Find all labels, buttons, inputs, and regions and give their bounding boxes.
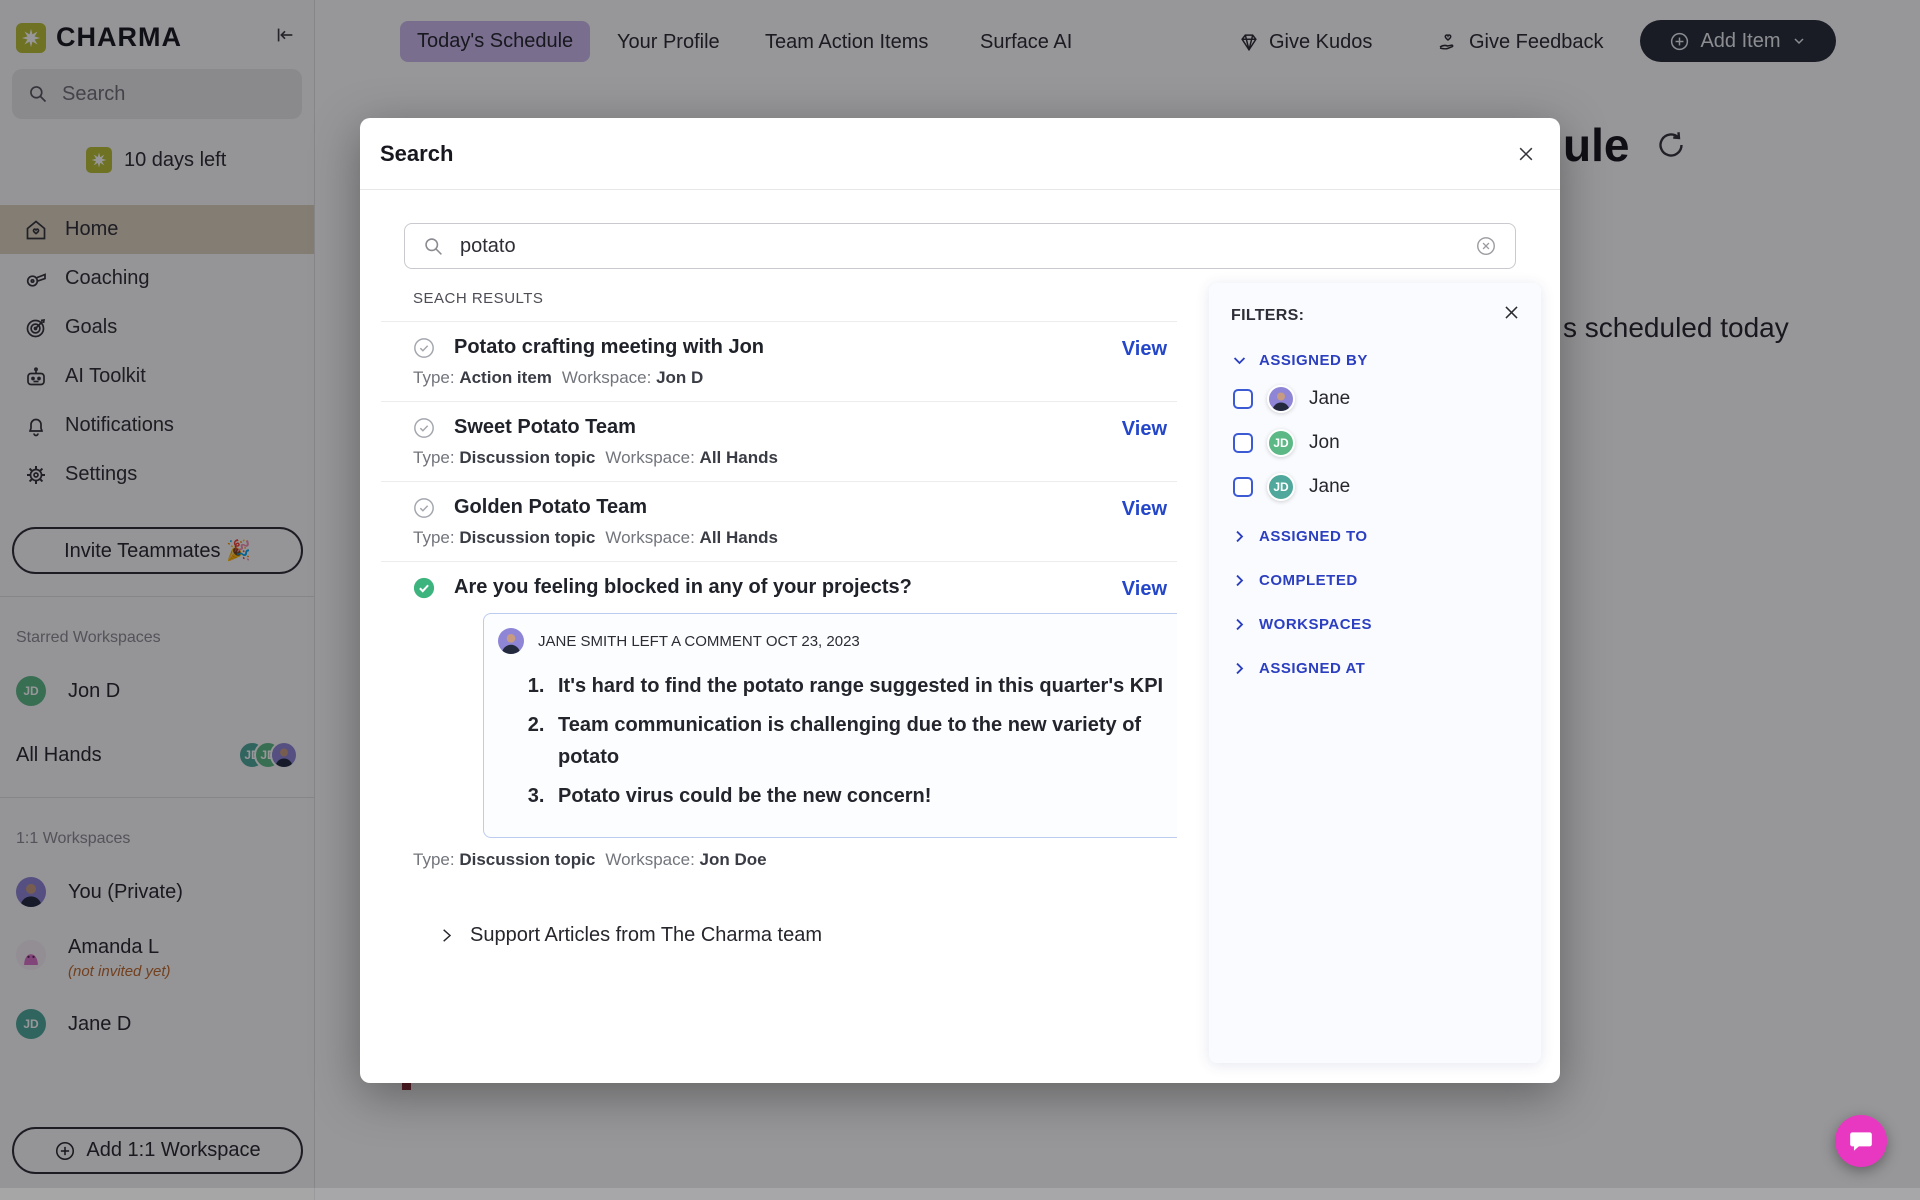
search-modal: Search potato SEACH RESULTS Potato craft… — [360, 118, 1560, 1083]
view-link[interactable]: View — [1122, 578, 1167, 601]
filter-section-assigned-by[interactable]: ASSIGNED BY — [1231, 352, 1519, 369]
view-link[interactable]: View — [1122, 338, 1167, 361]
check-circle-outline-icon — [413, 337, 435, 359]
comment-header: JANE SMITH LEFT A COMMENT OCT 23, 2023 — [538, 633, 860, 650]
chevron-down-icon — [1231, 352, 1248, 369]
filter-section-workspaces[interactable]: WORKSPACES — [1231, 616, 1519, 633]
view-link[interactable]: View — [1122, 418, 1167, 441]
check-circle-outline-icon — [413, 417, 435, 439]
search-result-row: Golden Potato Team View Type: Discussion… — [381, 482, 1177, 562]
chevron-right-icon — [438, 927, 455, 944]
filter-section-assigned-to[interactable]: ASSIGNED TO — [1231, 528, 1519, 545]
comment-list: It's hard to find the potato range sugge… — [550, 670, 1177, 812]
clear-search-icon[interactable] — [1475, 235, 1497, 257]
search-result-row: Sweet Potato Team View Type: Discussion … — [381, 402, 1177, 482]
modal-title: Search — [380, 141, 453, 167]
check-circle-filled-icon — [413, 577, 435, 599]
search-query: potato — [460, 235, 1459, 258]
view-link[interactable]: View — [1122, 498, 1167, 521]
avatar-photo — [1267, 385, 1295, 413]
close-icon[interactable] — [1516, 144, 1536, 164]
modal-search-input[interactable]: potato — [404, 223, 1516, 269]
checkbox[interactable] — [1233, 477, 1253, 497]
chat-bubble-icon — [1848, 1128, 1874, 1154]
avatar: JD — [1267, 473, 1295, 501]
search-result-row: Are you feeling blocked in any of your p… — [381, 562, 1177, 883]
search-icon — [423, 236, 444, 257]
results-label: SEACH RESULTS — [413, 290, 1177, 321]
chevron-right-icon — [1231, 528, 1248, 545]
filters-panel: FILTERS: ASSIGNED BY Jane JD Jon JD — [1209, 283, 1541, 1063]
filter-option-jane-2: JD Jane — [1231, 473, 1519, 501]
chat-launcher-button[interactable] — [1835, 1115, 1887, 1167]
filters-title: FILTERS: — [1231, 307, 1519, 325]
comment-item: Team communication is challenging due to… — [550, 709, 1177, 773]
checkbox[interactable] — [1233, 389, 1253, 409]
search-results-list: SEACH RESULTS Potato crafting meeting wi… — [381, 290, 1177, 890]
filter-section-assigned-at[interactable]: ASSIGNED AT — [1231, 660, 1519, 677]
bottom-scrollbar[interactable] — [0, 1188, 1920, 1200]
comment-card: JANE SMITH LEFT A COMMENT OCT 23, 2023 I… — [483, 613, 1177, 838]
chevron-right-icon — [1231, 660, 1248, 677]
app-root: CHARMA Search 10 days left Home — [0, 0, 1920, 1200]
filter-section-completed[interactable]: COMPLETED — [1231, 572, 1519, 589]
comment-item: Potato virus could be the new concern! — [550, 780, 1177, 812]
chevron-right-icon — [1231, 572, 1248, 589]
avatar-photo — [498, 628, 524, 654]
check-circle-outline-icon — [413, 497, 435, 519]
chevron-right-icon — [1231, 616, 1248, 633]
support-articles-link[interactable]: Support Articles from The Charma team — [438, 924, 822, 947]
comment-item: It's hard to find the potato range sugge… — [550, 670, 1177, 702]
filter-option-jon: JD Jon — [1231, 429, 1519, 457]
avatar: JD — [1267, 429, 1295, 457]
checkbox[interactable] — [1233, 433, 1253, 453]
search-result-row: Potato crafting meeting with Jon View Ty… — [381, 322, 1177, 402]
close-icon[interactable] — [1502, 303, 1521, 322]
filter-option-jane: Jane — [1231, 385, 1519, 413]
modal-header: Search — [360, 118, 1560, 190]
